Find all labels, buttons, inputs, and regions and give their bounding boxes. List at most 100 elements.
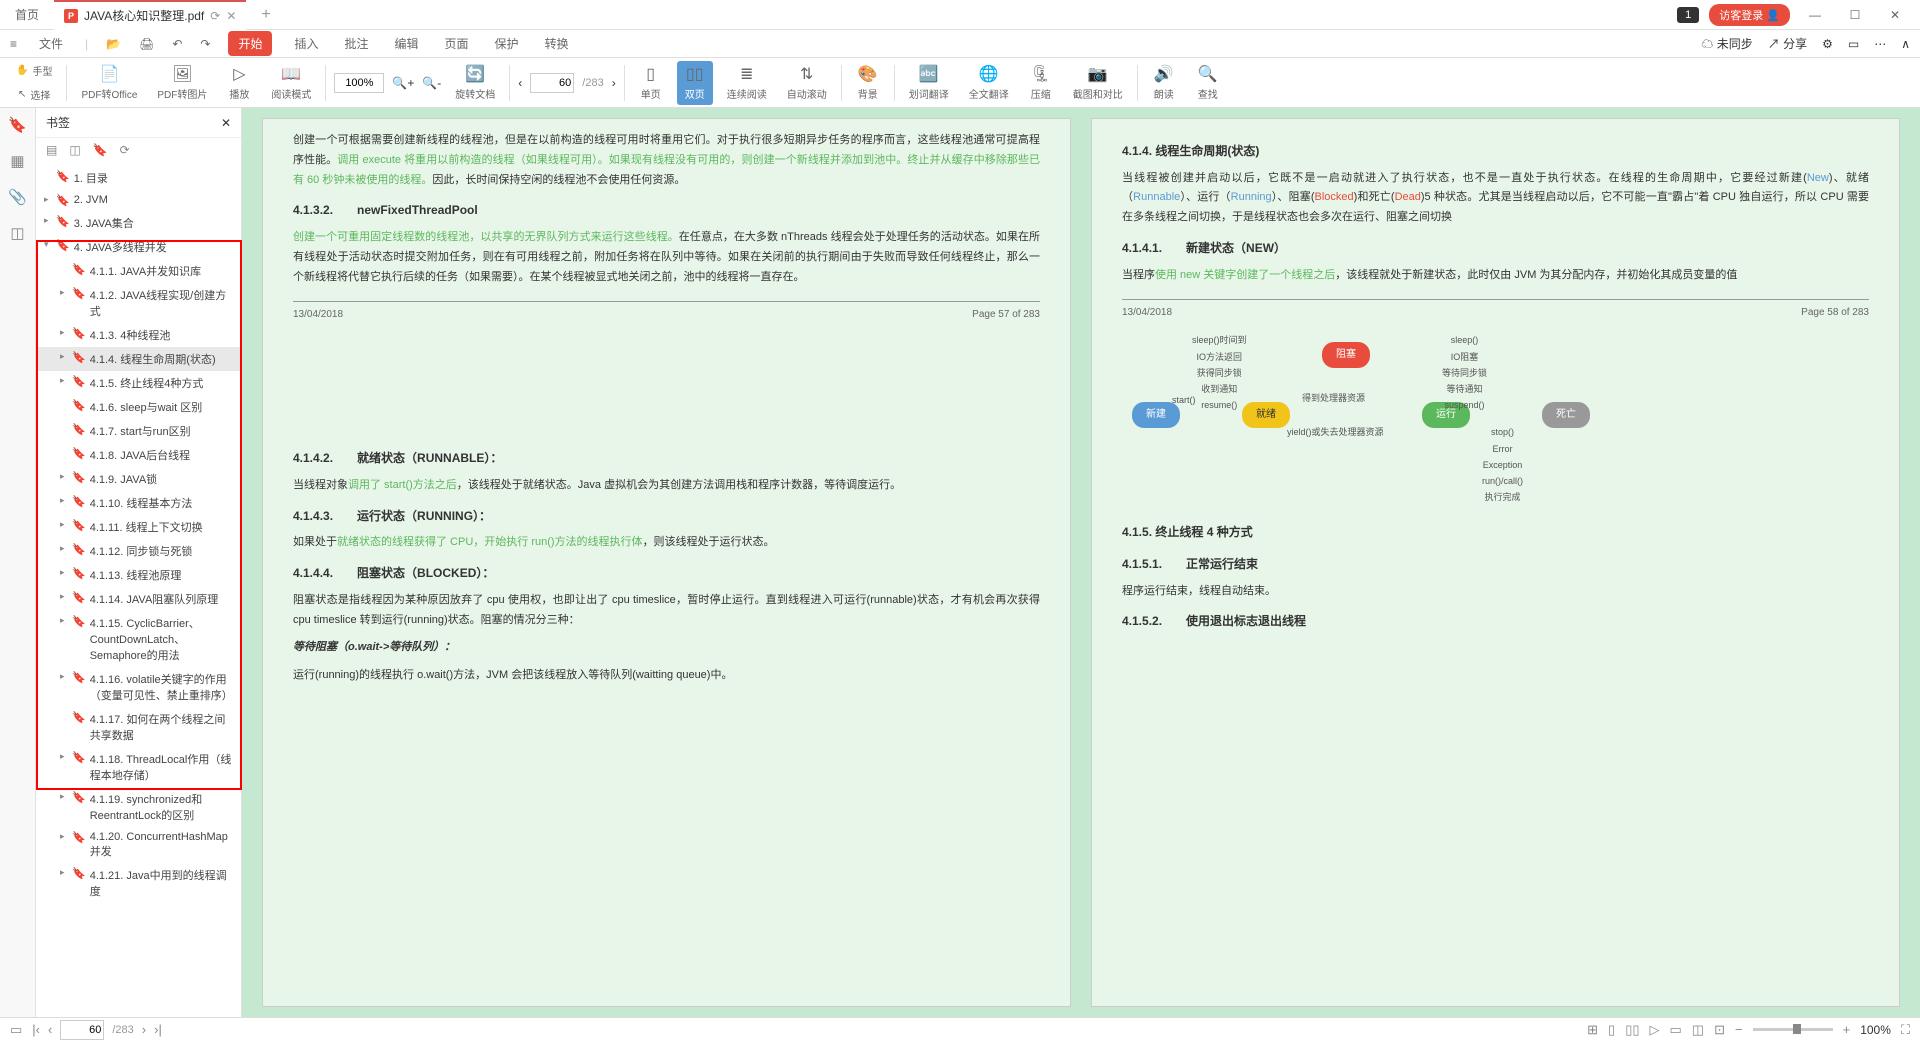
crop-icon[interactable]: ◫ bbox=[10, 224, 24, 242]
undo-icon[interactable]: ↶ bbox=[172, 37, 182, 51]
bookmark-item[interactable]: ▸🔖4.1.20. ConcurrentHashMap并发 bbox=[36, 827, 241, 863]
view2-icon[interactable]: ▯ bbox=[1608, 1022, 1615, 1038]
auto-scroll[interactable]: ⇅自动滚动 bbox=[781, 61, 833, 105]
bookmark-item[interactable]: 🔖4.1.6. sleep与wait 区别 bbox=[36, 395, 241, 419]
play-button[interactable]: ▷播放 bbox=[221, 61, 257, 105]
notification-badge[interactable]: 1 bbox=[1677, 7, 1699, 23]
select-tool[interactable]: ↖选择 bbox=[10, 84, 58, 106]
more-icon[interactable]: ⋯ bbox=[1874, 37, 1886, 51]
find-button[interactable]: 🔍查找 bbox=[1190, 61, 1226, 105]
fit-icon[interactable]: ⊡ bbox=[1714, 1022, 1725, 1038]
double-page[interactable]: ▯▯双页 bbox=[677, 61, 713, 105]
share-button[interactable]: ↗ 分享 bbox=[1768, 35, 1807, 52]
tab-pin-icon[interactable]: ⟳ bbox=[210, 9, 220, 23]
prev-page-icon[interactable]: ‹ bbox=[48, 1022, 52, 1037]
read-aloud[interactable]: 🔊朗读 bbox=[1146, 61, 1182, 105]
thumbnail-icon[interactable]: ▦ bbox=[10, 152, 24, 170]
continuous-read[interactable]: ≣连续阅读 bbox=[721, 61, 773, 105]
bookmark-item[interactable]: ▸🔖4.1.12. 同步锁与死锁 bbox=[36, 539, 241, 563]
tab-convert[interactable]: 转换 bbox=[541, 31, 573, 56]
bookmark-item[interactable]: ▸🔖4.1.4. 线程生命周期(状态) bbox=[36, 347, 241, 371]
bookmark-item[interactable]: 🔖4.1.8. JAVA后台线程 bbox=[36, 443, 241, 467]
bookmark-item[interactable]: ▸🔖4.1.21. Java中用到的线程调度 bbox=[36, 863, 241, 903]
zoom-in-icon[interactable]: 🔍+ bbox=[392, 76, 414, 90]
close-panel-icon[interactable]: ✕ bbox=[221, 116, 231, 130]
zoom-input[interactable] bbox=[334, 73, 384, 93]
bookmark-item[interactable]: 🔖1. 目录 bbox=[36, 166, 241, 190]
bookmark-item[interactable]: ▸🔖4.1.19. synchronized和ReentrantLock的区别 bbox=[36, 787, 241, 827]
tab-start[interactable]: 开始 bbox=[228, 31, 272, 56]
bookmark-item[interactable]: ▸🔖3. JAVA集合 bbox=[36, 211, 241, 235]
window-icon[interactable]: ▭ bbox=[1848, 37, 1859, 51]
bookmark-item[interactable]: ▸🔖4.1.5. 终止线程4种方式 bbox=[36, 371, 241, 395]
background-button[interactable]: 🎨背景 bbox=[850, 61, 886, 105]
settings-icon[interactable]: ⚙ bbox=[1822, 37, 1833, 51]
bookmark-item[interactable]: 🔖4.1.17. 如何在两个线程之间共享数据 bbox=[36, 707, 241, 747]
menu-icon[interactable]: ≡ bbox=[10, 37, 17, 51]
single-page[interactable]: ▯单页 bbox=[633, 61, 669, 105]
view6-icon[interactable]: ◫ bbox=[1692, 1022, 1704, 1038]
view4-icon[interactable]: ▷ bbox=[1650, 1022, 1660, 1038]
bookmark-item[interactable]: 🔖4.1.7. start与run区别 bbox=[36, 419, 241, 443]
zoom-in-icon[interactable]: + bbox=[1843, 1022, 1851, 1037]
compress-button[interactable]: 🗜压缩 bbox=[1023, 61, 1059, 105]
status-page-input[interactable] bbox=[60, 1020, 104, 1040]
document-tab[interactable]: P JAVA核心知识整理.pdf ⟳ ✕ bbox=[54, 0, 246, 30]
bookmark-item[interactable]: ▸🔖4.1.16. volatile关键字的作用（变量可见性、禁止重排序） bbox=[36, 667, 241, 707]
view3-icon[interactable]: ▯▯ bbox=[1625, 1022, 1639, 1038]
bookmark-item[interactable]: ▾🔖4. JAVA多线程并发 bbox=[36, 235, 241, 259]
bookmark-item[interactable]: ▸🔖4.1.14. JAVA阻塞队列原理 bbox=[36, 587, 241, 611]
bookmark-item[interactable]: 🔖4.1.1. JAVA并发知识库 bbox=[36, 259, 241, 283]
tab-edit[interactable]: 编辑 bbox=[391, 31, 423, 56]
bookmark-item[interactable]: ▸🔖4.1.3. 4种线程池 bbox=[36, 323, 241, 347]
screenshot-compare[interactable]: 📷截图和对比 bbox=[1067, 61, 1129, 105]
tab-protect[interactable]: 保护 bbox=[491, 31, 523, 56]
next-page-icon[interactable]: › bbox=[142, 1022, 146, 1037]
bookmark-icon[interactable]: 🔖 bbox=[8, 116, 27, 134]
tab-insert[interactable]: 插入 bbox=[290, 31, 322, 56]
file-menu[interactable]: 文件 bbox=[35, 31, 67, 56]
hand-tool[interactable]: ✋手型 bbox=[10, 60, 58, 82]
bm-tool-icon[interactable]: ◫ bbox=[69, 143, 80, 157]
prev-page-icon[interactable]: ‹ bbox=[518, 76, 522, 90]
bm-tool-icon[interactable]: ▤ bbox=[46, 143, 57, 157]
fullscreen-icon[interactable]: ⛶ bbox=[1901, 1022, 1910, 1038]
home-tab[interactable]: 首页 bbox=[0, 0, 54, 30]
maximize-icon[interactable]: ☐ bbox=[1840, 8, 1870, 22]
close-icon[interactable]: ✕ bbox=[226, 9, 236, 23]
next-page-icon[interactable]: › bbox=[612, 76, 616, 90]
zoom-out-icon[interactable]: 🔍- bbox=[422, 76, 441, 90]
zoom-out-icon[interactable]: − bbox=[1735, 1022, 1743, 1037]
print-icon[interactable]: 🖨 bbox=[139, 37, 154, 51]
bm-tool-icon[interactable]: 🔖 bbox=[93, 143, 108, 157]
first-page-icon[interactable]: |‹ bbox=[32, 1022, 40, 1037]
bookmark-item[interactable]: ▸🔖4.1.9. JAVA锁 bbox=[36, 467, 241, 491]
bm-tool-icon[interactable]: ⟳ bbox=[120, 143, 130, 157]
bookmark-item[interactable]: ▸🔖4.1.10. 线程基本方法 bbox=[36, 491, 241, 515]
new-tab-button[interactable]: + bbox=[246, 6, 285, 24]
view5-icon[interactable]: ▭ bbox=[1670, 1022, 1682, 1038]
pdf-to-office[interactable]: 📄PDF转Office bbox=[75, 61, 143, 105]
bookmark-item[interactable]: ▸🔖4.1.13. 线程池原理 bbox=[36, 563, 241, 587]
full-translate[interactable]: 🌐全文翻译 bbox=[963, 61, 1015, 105]
sb-panel-icon[interactable]: ▭ bbox=[10, 1022, 22, 1038]
attachment-icon[interactable]: 📎 bbox=[8, 188, 27, 206]
pdf-to-image[interactable]: 🖼PDF转图片 bbox=[151, 61, 213, 105]
zoom-slider[interactable] bbox=[1753, 1028, 1833, 1031]
bookmark-item[interactable]: ▸🔖2. JVM bbox=[36, 190, 241, 211]
view1-icon[interactable]: ⊞ bbox=[1587, 1022, 1598, 1038]
open-icon[interactable]: 📂 bbox=[106, 37, 121, 51]
word-translate[interactable]: 🔤划词翻译 bbox=[903, 61, 955, 105]
tab-comment[interactable]: 批注 bbox=[341, 31, 373, 56]
bookmark-item[interactable]: ▸🔖4.1.18. ThreadLocal作用（线程本地存储） bbox=[36, 747, 241, 787]
bookmark-item[interactable]: ▸🔖4.1.11. 线程上下文切换 bbox=[36, 515, 241, 539]
login-button[interactable]: 访客登录 👤 bbox=[1709, 4, 1790, 26]
tab-page[interactable]: 页面 bbox=[441, 31, 473, 56]
redo-icon[interactable]: ↷ bbox=[200, 37, 210, 51]
bookmark-item[interactable]: ▸🔖4.1.15. CyclicBarrier、CountDownLatch、S… bbox=[36, 611, 241, 667]
minimize-icon[interactable]: — bbox=[1800, 8, 1830, 22]
last-page-icon[interactable]: ›| bbox=[154, 1022, 162, 1037]
sync-status[interactable]: ☁ 未同步 bbox=[1701, 35, 1752, 52]
page-input[interactable] bbox=[530, 73, 574, 93]
bookmark-item[interactable]: ▸🔖4.1.2. JAVA线程实现/创建方式 bbox=[36, 283, 241, 323]
